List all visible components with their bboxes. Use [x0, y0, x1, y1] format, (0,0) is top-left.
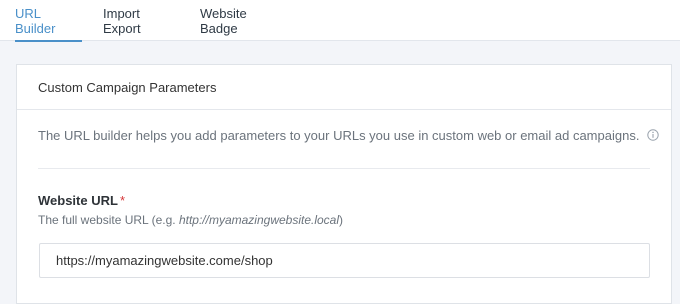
website-url-label: Website URL *: [38, 193, 125, 208]
panel-title: Custom Campaign Parameters: [17, 65, 671, 110]
website-url-help: The full website URL (e.g. http://myamaz…: [38, 213, 343, 227]
builder-description: The URL builder helps you add parameters…: [38, 128, 659, 143]
tab-import-export[interactable]: Import Export: [103, 0, 180, 41]
website-url-help-prefix: The full website URL (e.g.: [38, 213, 179, 227]
tab-url-builder[interactable]: URL Builder: [15, 0, 82, 42]
section-divider: [38, 168, 650, 169]
campaign-parameters-panel: Custom Campaign Parameters The URL build…: [16, 64, 672, 304]
website-url-help-example: http://myamazingwebsite.local: [178, 213, 340, 227]
website-url-input[interactable]: [39, 243, 650, 278]
website-url-label-text: Website URL: [38, 193, 118, 208]
website-url-help-suffix: ): [339, 213, 344, 227]
info-icon[interactable]: [647, 129, 659, 141]
required-marker: *: [119, 193, 125, 208]
builder-description-text: The URL builder helps you add parameters…: [38, 128, 640, 143]
tab-website-badge[interactable]: Website Badge: [200, 0, 283, 41]
top-tab-bar: URL Builder Import Export Website Badge: [0, 0, 680, 42]
